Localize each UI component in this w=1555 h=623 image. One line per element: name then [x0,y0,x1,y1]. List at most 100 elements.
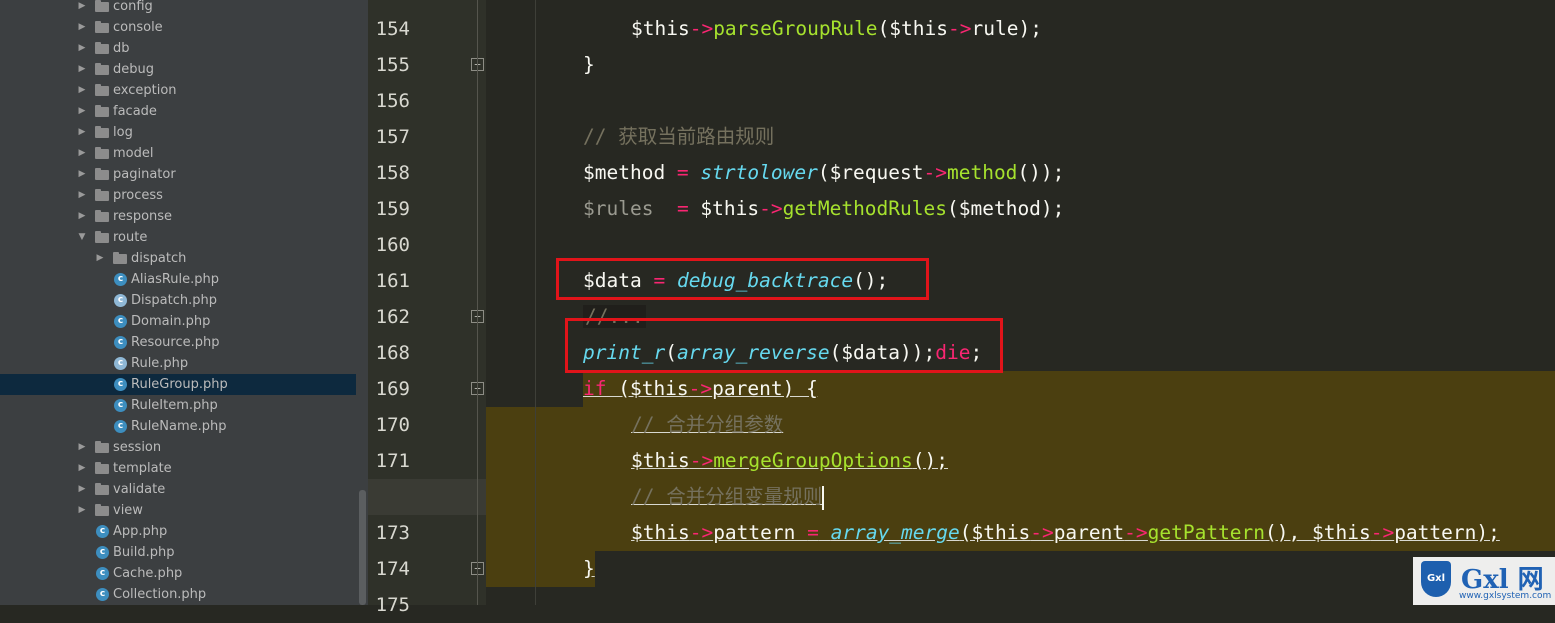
php-class-icon [96,588,109,601]
code-line[interactable]: // 获取当前路由规则 [583,119,774,155]
tree-folder[interactable]: ▶ config [0,0,356,17]
code-token: ()); [1017,161,1065,184]
code-line[interactable]: $this->mergeGroupOptions(); [631,443,948,479]
code-token: // 合并分组参数 [631,413,784,436]
tree-item-label: route [113,230,148,245]
collapse-arrow-icon[interactable]: ▶ [77,500,87,521]
collapse-arrow-icon[interactable]: ▶ [77,458,87,479]
code-token: array_merge [830,521,960,544]
tree-folder[interactable]: ▼ route [0,227,356,248]
collapse-arrow-icon[interactable]: ▶ [77,143,87,164]
tree-folder[interactable]: ▶ process [0,185,356,206]
selection-highlight [486,551,595,587]
code-line[interactable]: } [583,551,595,587]
tree-folder[interactable]: ▶ paginator [0,164,356,185]
line-number: 159 [375,198,410,220]
code-editor[interactable]: $this->parseGroupRule($this->rule);} // 获… [486,0,1555,605]
folder-icon [95,189,109,201]
code-line[interactable]: $this->pattern = array_merge($this->pare… [631,515,1500,551]
collapse-arrow-icon[interactable]: ▶ [77,17,87,38]
tree-file[interactable]: AliasRule.php [0,269,356,290]
tree-folder[interactable]: ▶ dispatch [0,248,356,269]
folder-icon [95,483,109,495]
code-token: ($this [877,17,949,40]
fold-guide-line [477,0,478,605]
tree-file[interactable]: Cache.php [0,563,356,584]
tree-item-label: App.php [113,524,168,539]
tree-file[interactable]: Domain.php [0,311,356,332]
collapse-arrow-icon[interactable]: ▶ [77,185,87,206]
code-line[interactable]: // 合并分组参数 [631,407,783,443]
php-class-icon [96,546,109,559]
code-token: (), $this [1265,521,1371,544]
tree-folder[interactable]: ▶ debug [0,59,356,80]
collapse-arrow-icon[interactable]: ▶ [77,80,87,101]
tree-scrollbar-thumb[interactable] [359,490,366,605]
tree-file[interactable]: RuleItem.php [0,395,356,416]
php-class-icon [114,399,127,412]
collapse-arrow-icon[interactable]: ▶ [77,0,87,17]
php-class-icon [114,294,127,307]
tree-item-label: log [113,125,133,140]
code-token: -> [689,521,714,544]
tree-folder[interactable]: ▶ validate [0,479,356,500]
tree-file[interactable]: Rule.php [0,353,356,374]
tree-folder[interactable]: ▶ exception [0,80,356,101]
code-token: strtolower [700,161,818,184]
tree-folder[interactable]: ▶ view [0,500,356,521]
tree-folder[interactable]: ▶ template [0,458,356,479]
tree-item-label: facade [113,104,157,119]
tree-item-label: paginator [113,167,176,182]
tree-file[interactable]: App.php [0,521,356,542]
tree-file[interactable]: Dispatch.php [0,290,356,311]
tree-file[interactable]: RuleGroup.php [0,374,356,395]
tree-item-label: Resource.php [131,335,220,350]
collapse-arrow-icon[interactable]: ▶ [77,206,87,227]
tree-folder[interactable]: ▶ console [0,17,356,38]
collapse-arrow-icon[interactable]: ▶ [77,164,87,185]
tree-file[interactable]: Collection.php [0,584,356,605]
tree-item-label: debug [113,62,154,77]
tree-file[interactable]: Resource.php [0,332,356,353]
code-line[interactable]: // 合并分组变量规则 [631,479,825,515]
code-token: } [583,557,595,580]
collapse-arrow-icon[interactable]: ▶ [77,59,87,80]
code-token: parseGroupRule [713,17,878,40]
code-line[interactable]: } [583,47,595,83]
collapse-arrow-icon[interactable]: ▶ [77,122,87,143]
code-line[interactable]: $method = strtolower($request->method())… [583,155,1064,191]
line-number: 155 [375,54,410,76]
tree-item-label: Cache.php [113,566,183,581]
collapse-arrow-icon[interactable]: ▶ [77,479,87,500]
collapse-arrow-icon[interactable]: ▶ [77,437,87,458]
code-line[interactable]: if ($this->parent) { [583,371,818,407]
tree-item-label: RuleName.php [131,419,227,434]
watermark-url: www.gxlsystem.com [1459,591,1552,601]
tree-file[interactable]: RuleName.php [0,416,356,437]
code-token: // 获取当前路由规则 [583,125,775,148]
line-number: 154 [375,18,410,40]
line-number: 173 [375,522,410,544]
code-line[interactable]: $rules = $this->getMethodRules($method); [583,191,1064,227]
line-number: 175 [375,594,410,616]
collapse-arrow-icon[interactable]: ▶ [77,38,87,59]
code-line[interactable]: $this->parseGroupRule($this->rule); [631,11,1042,47]
tree-folder[interactable]: ▶ response [0,206,356,227]
tree-folder[interactable]: ▶ session [0,437,356,458]
code-token: = [676,197,689,220]
indent-guide [535,0,536,605]
code-token: $this [631,521,690,544]
tree-folder[interactable]: ▶ model [0,143,356,164]
tree-file[interactable]: Build.php [0,542,356,563]
expand-arrow-icon[interactable]: ▼ [77,227,87,248]
code-token: $this [631,17,690,40]
collapse-arrow-icon[interactable]: ▶ [95,248,105,269]
folder-icon [95,126,109,138]
code-token: ($this [606,377,689,400]
folder-icon [95,462,109,474]
tree-folder[interactable]: ▶ log [0,122,356,143]
tree-folder[interactable]: ▶ facade [0,101,356,122]
collapse-arrow-icon[interactable]: ▶ [77,101,87,122]
code-token: -> [689,449,714,472]
tree-folder[interactable]: ▶ db [0,38,356,59]
